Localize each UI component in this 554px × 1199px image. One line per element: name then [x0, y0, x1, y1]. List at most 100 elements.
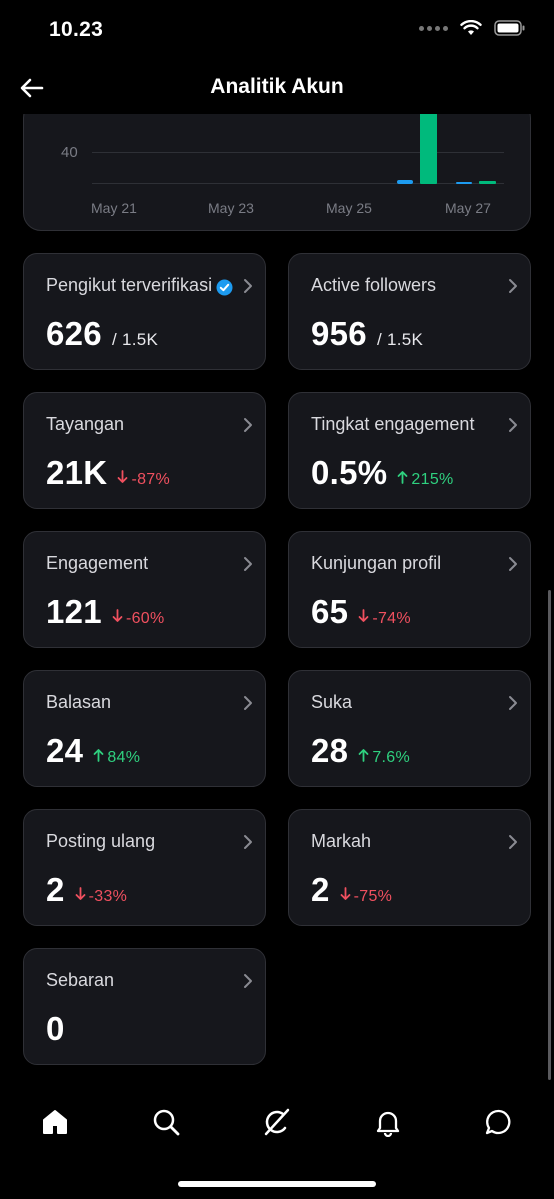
arrow-down-icon	[75, 887, 86, 900]
metric-label: Tingkat engagement	[311, 414, 475, 434]
card-chevron	[508, 695, 518, 716]
battery-icon	[494, 20, 525, 36]
metric-label: Markah	[311, 831, 372, 851]
scrollbar[interactable]	[548, 590, 551, 1080]
metric-value-row: 21K -87%	[46, 454, 170, 492]
verified-badge	[216, 279, 233, 301]
metric-value-row: 0	[46, 1010, 65, 1048]
chart-x-tick: May 23	[208, 200, 254, 216]
metric-delta: -33%	[75, 887, 128, 906]
chart-bar-blue	[456, 182, 472, 184]
metric-card[interactable]: Posting ulang 2 -33%	[23, 809, 266, 926]
metric-delta: -87%	[117, 470, 170, 489]
metric-value: 0.5%	[311, 454, 388, 491]
chevron-right-icon	[244, 279, 252, 293]
status-bar: 10.23	[0, 0, 554, 60]
metric-label: Balasan	[46, 692, 112, 712]
card-chevron	[243, 834, 253, 855]
status-icons	[419, 20, 526, 36]
chart-x-tick: May 27	[445, 200, 491, 216]
chevron-right-icon	[244, 418, 252, 432]
metric-delta-value: -74%	[372, 610, 411, 627]
search-icon	[153, 1109, 180, 1136]
status-time: 10.23	[49, 18, 104, 41]
analytics-chart: 40 May 21 May 23 May 25 May 27	[23, 100, 531, 231]
metric-label: Pengikut terverifikasi	[46, 275, 213, 295]
metric-delta: -60%	[112, 609, 165, 628]
metric-value: 2	[311, 871, 330, 908]
metric-delta: -75%	[340, 887, 393, 906]
card-chevron	[243, 695, 253, 716]
metric-delta-value: -60%	[125, 610, 165, 627]
metric-value-row: 626 / 1.5K	[46, 315, 158, 353]
metric-card[interactable]: Engagement 121 -60%	[23, 531, 266, 648]
home-indicator	[178, 1181, 376, 1187]
metric-delta-value: -33%	[88, 888, 128, 905]
arrow-up-icon	[398, 471, 408, 484]
tab-messages[interactable]	[481, 1104, 517, 1140]
chevron-right-icon	[244, 974, 252, 988]
arrow-down-icon	[112, 609, 123, 622]
tab-grok[interactable]	[259, 1104, 295, 1140]
chevron-right-icon	[509, 696, 517, 710]
metric-value-row: 2 -33%	[46, 871, 127, 909]
arrow-up-icon	[358, 749, 369, 762]
metric-value: 121	[46, 593, 102, 630]
tab-notifications[interactable]	[370, 1104, 406, 1140]
metric-card[interactable]: Tayangan 21K -87%	[23, 392, 266, 509]
metric-card[interactable]: Suka 28 7.6%	[288, 670, 531, 787]
metric-total: / 1.5K	[111, 330, 159, 349]
metric-value-row: 956 / 1.5K	[311, 315, 423, 353]
messages-icon	[485, 1109, 511, 1135]
metric-value: 24	[46, 732, 84, 769]
metric-value-row: 2 -75%	[311, 871, 392, 909]
metric-label: Kunjungan profil	[311, 553, 442, 573]
metric-delta-value: 84%	[107, 749, 141, 766]
metric-card[interactable]: Active followers 956 / 1.5K	[288, 253, 531, 370]
chevron-right-icon	[509, 557, 517, 571]
card-chevron	[508, 556, 518, 577]
arrow-up-icon	[93, 749, 104, 762]
metric-value: 956	[311, 315, 367, 352]
metric-card[interactable]: Markah 2 -75%	[288, 809, 531, 926]
card-chevron	[243, 278, 253, 299]
tab-home[interactable]	[37, 1104, 73, 1140]
notifications-icon	[376, 1111, 400, 1137]
metric-value-row: 65 -74%	[311, 593, 411, 631]
chart-bar-blue	[397, 180, 413, 184]
bottom-tab-bar	[0, 1090, 554, 1150]
home-icon	[43, 1110, 67, 1134]
chevron-right-icon	[509, 418, 517, 432]
wifi-icon	[460, 20, 482, 35]
metric-card[interactable]: Kunjungan profil 65 -74%	[288, 531, 531, 648]
metric-value-row: 24 84%	[46, 732, 140, 770]
metric-card[interactable]: Tingkat engagement 0.5% 215%	[288, 392, 531, 509]
metric-card[interactable]: Pengikut terverifikasi 626 / 1.5K	[23, 253, 266, 370]
metric-value: 0	[46, 1010, 65, 1047]
metric-value: 65	[311, 593, 349, 630]
chart-x-tick: May 21	[91, 200, 137, 216]
metric-value: 626	[46, 315, 102, 352]
chevron-right-icon	[244, 696, 252, 710]
page-title: Analitik Akun	[210, 75, 344, 98]
metric-value: 28	[311, 732, 349, 769]
metric-value-row: 121 -60%	[46, 593, 165, 631]
arrow-down-icon	[358, 609, 369, 622]
metric-delta: 215%	[397, 470, 453, 489]
chevron-right-icon	[244, 835, 252, 849]
metric-label: Tayangan	[46, 414, 125, 434]
metric-delta-value: 7.6%	[372, 749, 410, 766]
metric-card[interactable]: Balasan 24 84%	[23, 670, 266, 787]
app-header: Analitik Akun	[0, 62, 554, 114]
metric-total: / 1.5K	[376, 330, 424, 349]
metric-delta-value: -75%	[353, 888, 393, 905]
metric-delta: 7.6%	[358, 748, 410, 767]
metric-card[interactable]: Sebaran 0	[23, 948, 266, 1065]
card-chevron	[508, 278, 518, 299]
tab-search[interactable]	[148, 1104, 184, 1140]
metric-value-row: 28 7.6%	[311, 732, 410, 770]
card-chevron	[243, 973, 253, 994]
metric-delta-value: 215%	[411, 471, 454, 488]
signal-icon	[419, 25, 448, 31]
metric-label: Engagement	[46, 553, 149, 573]
